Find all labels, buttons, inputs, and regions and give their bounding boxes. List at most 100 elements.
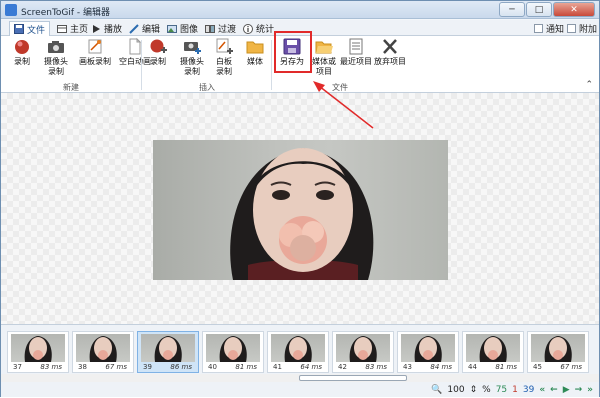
save-as-highlight-box bbox=[274, 31, 312, 73]
tab-image-label: 图像 bbox=[180, 25, 199, 35]
frame-delay: 67 ms bbox=[105, 363, 127, 371]
current-frame: 39 bbox=[522, 384, 535, 395]
notify-checkbox[interactable] bbox=[534, 23, 543, 33]
frame-number: 38 bbox=[78, 363, 87, 371]
insert-webcam-record-button[interactable]: 摄像头 录制 bbox=[175, 38, 209, 80]
frame-thumbnail[interactable]: 42 83 ms bbox=[332, 331, 394, 373]
recent-projects-label: 最近项目 bbox=[340, 57, 372, 66]
frame-thumbnail[interactable]: 37 83 ms bbox=[7, 331, 69, 373]
tab-play[interactable]: 播放 bbox=[87, 21, 126, 36]
group-label-file: 文件 bbox=[332, 83, 348, 92]
zoom-value[interactable]: 100 bbox=[447, 385, 464, 395]
tab-stats[interactable]: 统计 bbox=[239, 21, 278, 36]
extra-label: 附加 bbox=[579, 24, 598, 35]
frame-strip-scrollbar[interactable] bbox=[1, 374, 599, 382]
frame-number: 42 bbox=[338, 363, 347, 371]
current-frame-image bbox=[153, 140, 448, 280]
frame-thumbnail-image bbox=[11, 334, 65, 362]
frame-delay: 81 ms bbox=[495, 363, 517, 371]
open-folder-icon bbox=[315, 38, 333, 55]
extra-checkbox[interactable] bbox=[567, 23, 576, 33]
insert-record-button[interactable]: 录制 bbox=[143, 38, 173, 80]
insert-board-record-button[interactable]: 白板 录制 bbox=[209, 38, 239, 80]
insert-webcam-record-label: 摄像头 录制 bbox=[180, 57, 204, 76]
minimize-button[interactable]: ─ bbox=[499, 2, 525, 17]
insert-record-label: 录制 bbox=[150, 57, 166, 66]
tab-image[interactable]: 图像 bbox=[163, 21, 202, 36]
zoom-stepper-icon[interactable]: ⇕ bbox=[470, 385, 478, 395]
new-record-button[interactable]: 录制 bbox=[7, 38, 37, 80]
tab-edit[interactable]: 编辑 bbox=[125, 21, 164, 36]
frame-thumbnail[interactable]: 45 67 ms bbox=[527, 331, 589, 373]
extra-toggle[interactable]: 附加 bbox=[567, 21, 597, 35]
frame-thumbnail[interactable]: 40 81 ms bbox=[202, 331, 264, 373]
tab-edit-label: 编辑 bbox=[142, 25, 161, 35]
frame-number: 39 bbox=[143, 363, 152, 371]
frame-number: 40 bbox=[208, 363, 217, 371]
scrollbar-thumb[interactable] bbox=[299, 375, 407, 381]
play-icon[interactable]: ▶ bbox=[563, 385, 570, 395]
home-icon bbox=[57, 24, 67, 34]
group-divider bbox=[271, 40, 272, 90]
frame-delay: 81 ms bbox=[235, 363, 257, 371]
frame-delay: 64 ms bbox=[300, 363, 322, 371]
editor-window: ScreenToGif - 编辑器 ─ □ ✕ 文件 主页 播放 编辑 图像 过… bbox=[0, 0, 600, 397]
frame-thumbnail[interactable]: 43 84 ms bbox=[397, 331, 459, 373]
board-icon bbox=[86, 38, 104, 55]
folder-icon bbox=[246, 38, 264, 55]
discard-project-label: 放弃项目 bbox=[374, 57, 406, 66]
frame-thumbnail-image bbox=[336, 334, 390, 362]
camera-add-icon bbox=[183, 38, 201, 55]
tab-transition-label: 过渡 bbox=[218, 25, 237, 35]
collapse-ribbon-icon[interactable]: ⌃ bbox=[585, 80, 593, 90]
frame-thumbnail-image bbox=[531, 334, 585, 362]
first-frame-icon[interactable]: « bbox=[539, 385, 545, 395]
discard-project-button[interactable]: 放弃项目 bbox=[373, 38, 407, 80]
editor-canvas[interactable] bbox=[1, 93, 599, 324]
frame-thumbnail[interactable]: 39 86 ms bbox=[137, 331, 199, 373]
maximize-button[interactable]: □ bbox=[526, 2, 552, 17]
tab-transition[interactable]: 过渡 bbox=[201, 21, 240, 36]
frame-delay: 83 ms bbox=[40, 363, 62, 371]
frame-thumbnail-image bbox=[466, 334, 520, 362]
previous-frame-icon[interactable]: ← bbox=[550, 385, 558, 395]
group-label-insert: 插入 bbox=[199, 83, 215, 92]
camera-icon bbox=[47, 38, 65, 55]
window-title: ScreenToGif - 编辑器 bbox=[21, 8, 111, 18]
new-board-record-button[interactable]: 画板录制 bbox=[75, 38, 115, 80]
frame-thumbnail[interactable]: 44 81 ms bbox=[462, 331, 524, 373]
frame-number: 45 bbox=[533, 363, 542, 371]
tab-file[interactable]: 文件 bbox=[9, 21, 51, 36]
recent-icon bbox=[347, 38, 365, 55]
discard-icon bbox=[381, 38, 399, 55]
frame-thumbnail-image bbox=[206, 334, 260, 362]
close-button[interactable]: ✕ bbox=[553, 2, 595, 17]
frame-thumbnail[interactable]: 41 64 ms bbox=[267, 331, 329, 373]
recent-projects-button[interactable]: 最近项目 bbox=[339, 38, 373, 80]
tab-stats-label: 统计 bbox=[256, 25, 275, 35]
frame-thumbnail-image bbox=[76, 334, 130, 362]
open-media-project-button[interactable]: 媒体或 项目 bbox=[309, 38, 339, 80]
frame-number: 43 bbox=[403, 363, 412, 371]
notify-toggle[interactable]: 通知 bbox=[534, 21, 564, 35]
tab-file-label: 文件 bbox=[27, 25, 46, 36]
open-media-project-label: 媒体或 项目 bbox=[312, 57, 336, 76]
save-icon bbox=[14, 24, 24, 34]
frame-strip: 37 83 ms 38 67 ms 39 86 ms 40 81 ms 41 64 ms 42 83 … bbox=[1, 324, 599, 382]
record-icon bbox=[13, 38, 31, 55]
new-webcam-record-button[interactable]: 摄像头 录制 bbox=[39, 38, 73, 80]
play-icon bbox=[91, 24, 101, 34]
frame-thumbnail-image bbox=[141, 334, 195, 362]
last-frame-icon[interactable]: » bbox=[587, 385, 593, 395]
title-bar[interactable]: ScreenToGif - 编辑器 ─ □ ✕ bbox=[1, 1, 599, 19]
frame-count: 75 bbox=[495, 384, 508, 395]
next-frame-icon[interactable]: → bbox=[575, 385, 583, 395]
insert-media-label: 媒体 bbox=[247, 57, 263, 66]
frame-thumbnail-image bbox=[271, 334, 325, 362]
insert-board-record-label: 白板 录制 bbox=[216, 57, 232, 76]
frame-delay: 84 ms bbox=[430, 363, 452, 371]
frame-thumbnail[interactable]: 38 67 ms bbox=[72, 331, 134, 373]
insert-media-button[interactable]: 媒体 bbox=[241, 38, 269, 80]
status-bar: 🔍 100 ⇕ % 75 1 39 « ← ▶ → » bbox=[1, 382, 599, 397]
app-logo-icon bbox=[5, 4, 17, 16]
